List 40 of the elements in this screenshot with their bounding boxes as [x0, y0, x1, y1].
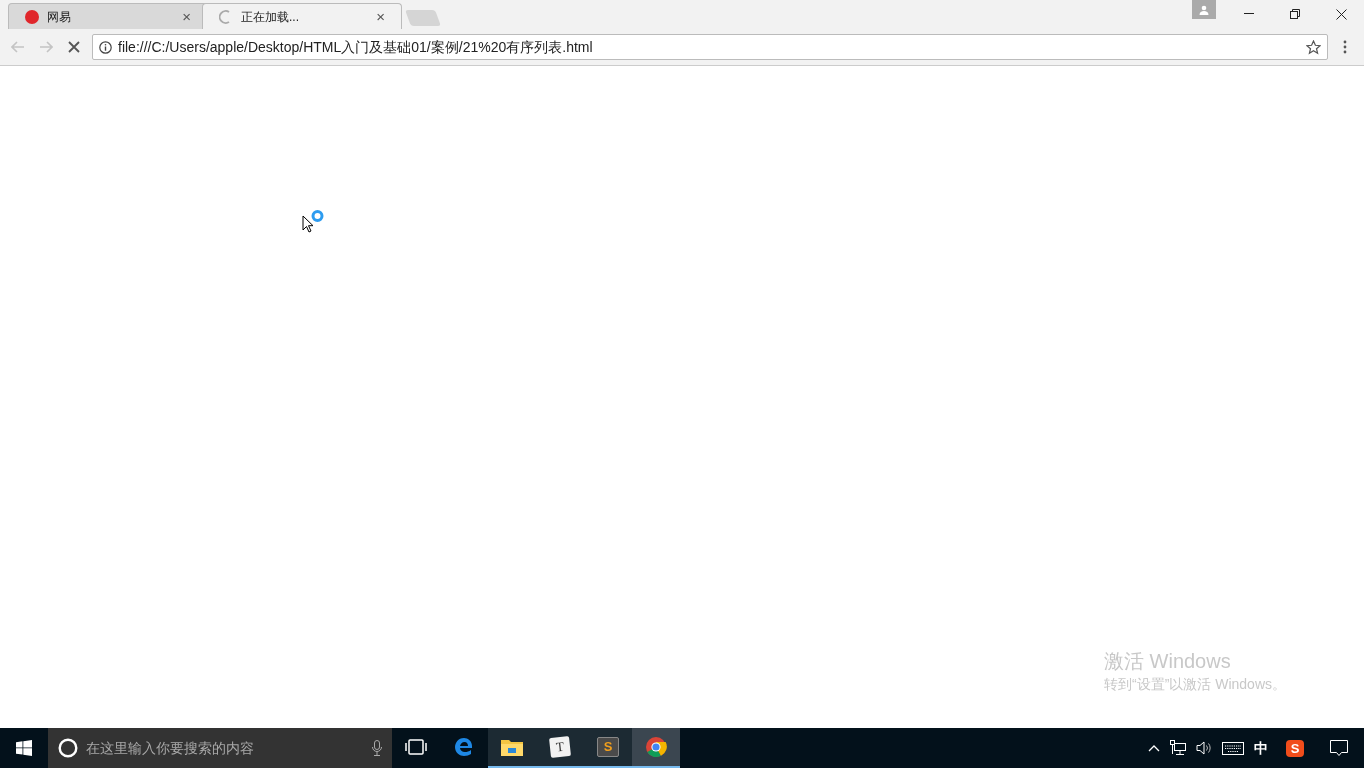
browser-tab[interactable]: 正在加载... × — [202, 3, 402, 29]
sublime-icon: S — [597, 737, 619, 757]
taskbar-app-button[interactable] — [632, 728, 680, 768]
chevron-up-icon[interactable] — [1148, 744, 1160, 752]
restore-icon — [1290, 9, 1300, 19]
windows-logo-icon — [16, 740, 32, 756]
search-input[interactable]: 在这里输入你要搜索的内容 — [86, 737, 364, 759]
sogou-icon[interactable]: S — [1286, 739, 1304, 757]
taskbar-app-button[interactable] — [488, 728, 536, 768]
cortana-circle-icon — [58, 738, 78, 758]
person-icon — [1199, 4, 1209, 15]
keyboard-icon[interactable] — [1222, 741, 1244, 755]
microphone-icon — [372, 740, 382, 756]
folder-icon — [500, 737, 524, 757]
more-vertical-icon — [1343, 40, 1347, 54]
minimize-icon — [1244, 13, 1254, 15]
address-field[interactable]: file:///C:/Users/apple/Desktop/HTML入门及基础01/案例/21%20有序列表.html — [92, 34, 1328, 60]
task-view-icon — [405, 739, 427, 755]
stop-icon — [68, 41, 80, 53]
close-tab-button[interactable]: × — [376, 9, 385, 24]
taskbar-search-field[interactable]: 在这里输入你要搜索的内容 — [48, 728, 392, 768]
typora-icon: T — [549, 736, 571, 758]
close-tab-button[interactable]: × — [182, 9, 191, 24]
close-icon — [1335, 8, 1347, 20]
forward-arrow-icon — [39, 41, 53, 53]
url-text: file:///C:/Users/apple/Desktop/HTML入门及基础01/案例/21%20有序列表.html — [118, 37, 594, 57]
chrome-icon — [645, 736, 667, 758]
taskbar-app-button[interactable]: T — [536, 728, 584, 768]
tab-title: 正在加载... — [241, 8, 300, 26]
notification-icon[interactable] — [1330, 739, 1348, 757]
input-method-indicator[interactable]: 中 — [1254, 737, 1268, 759]
tab-title: 网易 — [47, 8, 72, 26]
info-icon — [99, 40, 112, 54]
taskbar-app-button[interactable]: S — [584, 728, 632, 768]
edge-icon — [453, 736, 475, 758]
speaker-icon[interactable] — [1196, 741, 1212, 755]
busy-cursor-icon — [302, 210, 326, 234]
star-icon[interactable] — [1306, 39, 1321, 55]
network-icon[interactable] — [1170, 740, 1186, 756]
back-arrow-icon — [11, 41, 25, 53]
